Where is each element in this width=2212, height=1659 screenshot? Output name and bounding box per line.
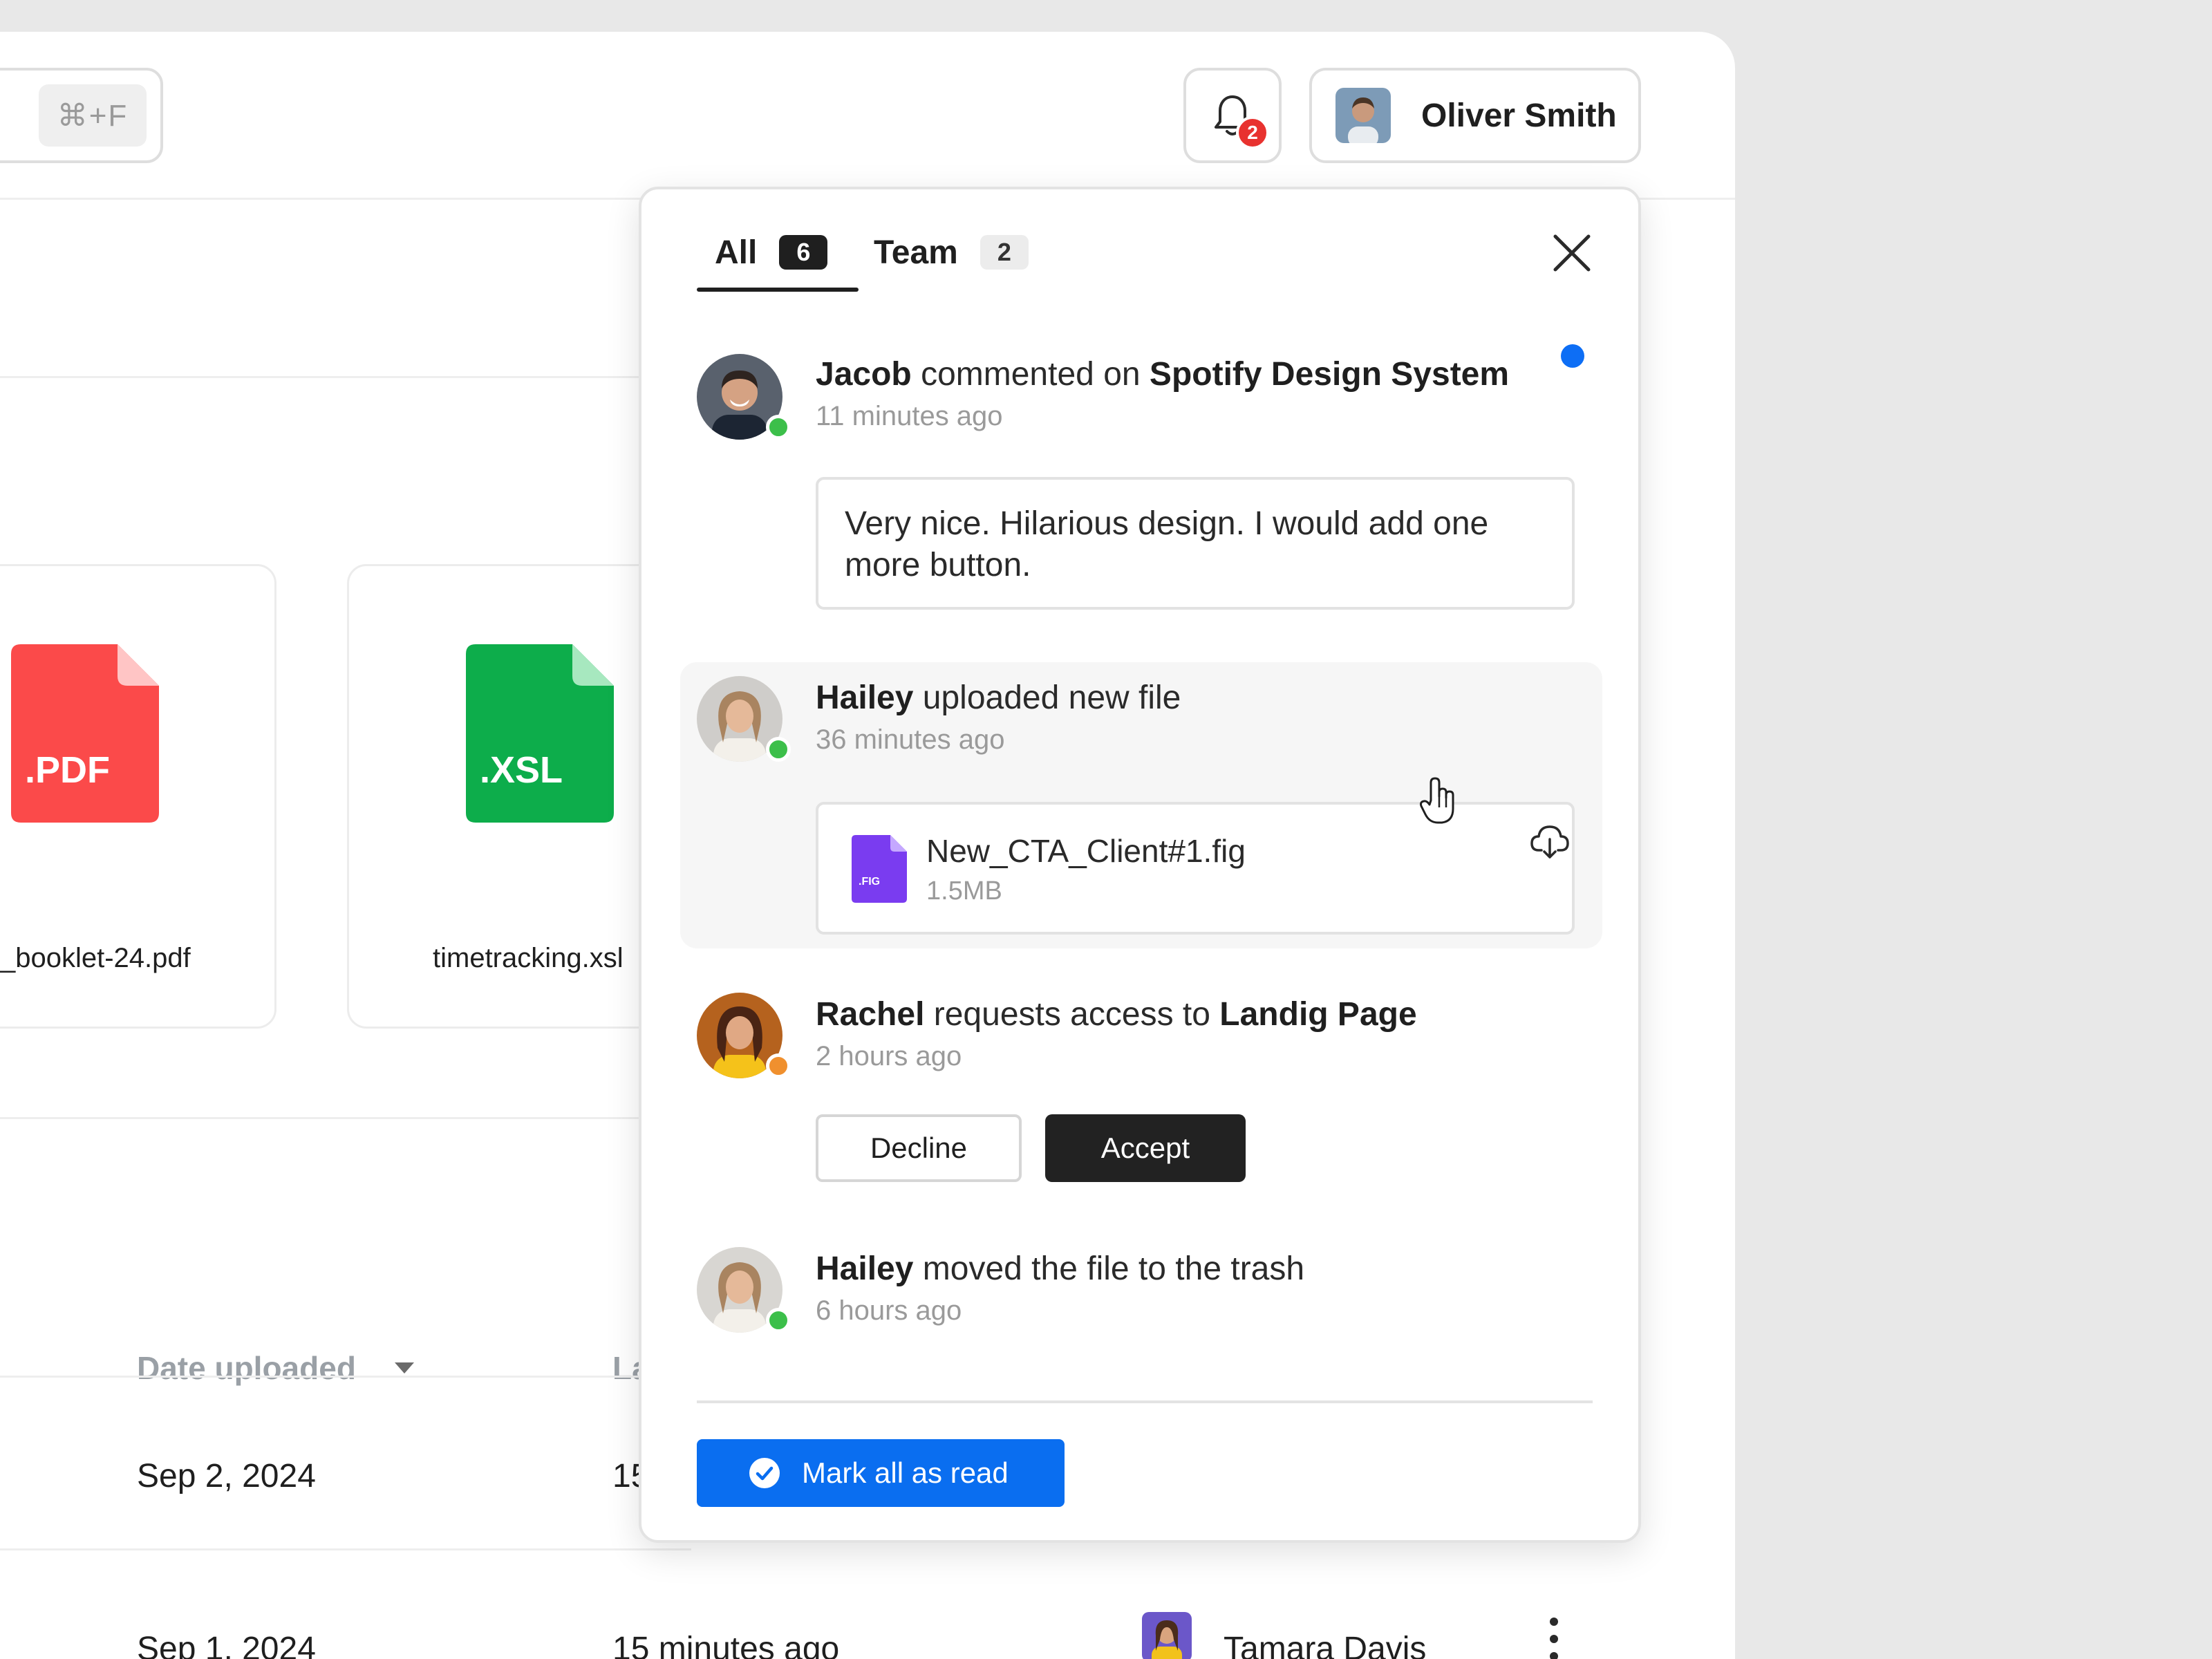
search-box[interactable]: ⌘+F xyxy=(0,68,163,163)
row-divider xyxy=(0,1548,691,1550)
mark-all-read-button[interactable]: Mark all as read xyxy=(697,1439,1065,1507)
file-size: 1.5MB xyxy=(926,877,1002,906)
more-options-icon[interactable] xyxy=(1546,1615,1562,1659)
notification-time: 11 minutes ago xyxy=(816,401,1003,431)
online-status-dot xyxy=(766,737,791,762)
away-status-dot xyxy=(766,1053,791,1078)
avatar xyxy=(1335,88,1391,143)
tab-team-count: 2 xyxy=(980,235,1029,270)
table-cell-owner: Tamara Davis xyxy=(1224,1631,1427,1659)
section-divider xyxy=(0,376,691,378)
notification-title: Hailey moved the file to the trash xyxy=(816,1250,1305,1287)
xsl-file-icon: .XSL xyxy=(466,644,614,823)
sort-down-icon xyxy=(394,1362,414,1374)
accept-button[interactable]: Accept xyxy=(1045,1114,1246,1182)
mark-all-read-label: Mark all as read xyxy=(802,1456,1009,1489)
online-status-dot xyxy=(766,1308,791,1333)
notification-count-badge: 2 xyxy=(1236,116,1269,149)
fig-ext-label: .FIG xyxy=(859,876,880,888)
tab-team[interactable]: Team 2 xyxy=(874,224,1029,281)
fig-file-icon: .FIG xyxy=(852,835,907,903)
online-status-dot xyxy=(766,415,791,440)
notification-title: Hailey uploaded new file xyxy=(816,679,1181,716)
search-shortcut: ⌘+F xyxy=(39,84,147,147)
pdf-file-icon: .PDF xyxy=(11,644,159,823)
hand-cursor-icon xyxy=(1420,777,1454,824)
table-cell-date: Sep 1, 2024 xyxy=(137,1631,316,1659)
table-cell-last: 15 minutes ago xyxy=(612,1631,840,1659)
table-cell-date: Sep 2, 2024 xyxy=(137,1458,316,1494)
check-circle-icon xyxy=(749,1458,780,1488)
xsl-ext-label: .XSL xyxy=(480,749,563,791)
column-header-date-uploaded[interactable]: Date uploaded xyxy=(137,1349,418,1387)
row-divider xyxy=(0,1376,691,1378)
cloud-download-icon xyxy=(1530,825,1569,859)
notification-title: Rachel requests access to Landig Page xyxy=(816,996,1417,1033)
notification-title: Jacob commented on Spotify Design System xyxy=(816,356,1510,393)
user-name: Oliver Smith xyxy=(1421,97,1617,134)
active-tab-indicator xyxy=(697,288,859,292)
comment-preview: Very nice. Hilarious design. I would add… xyxy=(816,477,1575,610)
file-name-xsl: timetracking.xsl xyxy=(433,943,624,973)
decline-button[interactable]: Decline xyxy=(816,1114,1022,1182)
notifications-panel: All 6 Team 2 Jacob commented on Spotify … xyxy=(639,187,1641,1543)
close-button[interactable] xyxy=(1544,225,1600,281)
notifications-button[interactable]: 2 xyxy=(1183,68,1282,163)
notification-time: 2 hours ago xyxy=(816,1041,962,1071)
tab-all[interactable]: All 6 xyxy=(715,224,828,281)
pdf-ext-label: .PDF xyxy=(25,749,110,791)
user-menu-button[interactable]: Oliver Smith xyxy=(1309,68,1641,163)
unread-indicator xyxy=(1561,344,1584,368)
tab-team-label: Team xyxy=(874,234,958,271)
close-icon xyxy=(1553,234,1591,272)
notification-time: 36 minutes ago xyxy=(816,724,1005,755)
notification-time: 6 hours ago xyxy=(816,1295,962,1326)
panel-divider xyxy=(697,1400,1593,1403)
tab-all-label: All xyxy=(715,234,758,271)
download-button[interactable] xyxy=(1528,818,1572,863)
file-name: New_CTA_Client#1.fig xyxy=(926,833,1246,869)
section-divider xyxy=(0,1117,691,1119)
tab-all-count: 6 xyxy=(779,235,828,270)
avatar xyxy=(1142,1612,1192,1659)
file-name-pdf: _booklet-24.pdf xyxy=(0,943,191,973)
attached-file[interactable]: .FIG New_CTA_Client#1.fig 1.5MB xyxy=(816,802,1575,935)
